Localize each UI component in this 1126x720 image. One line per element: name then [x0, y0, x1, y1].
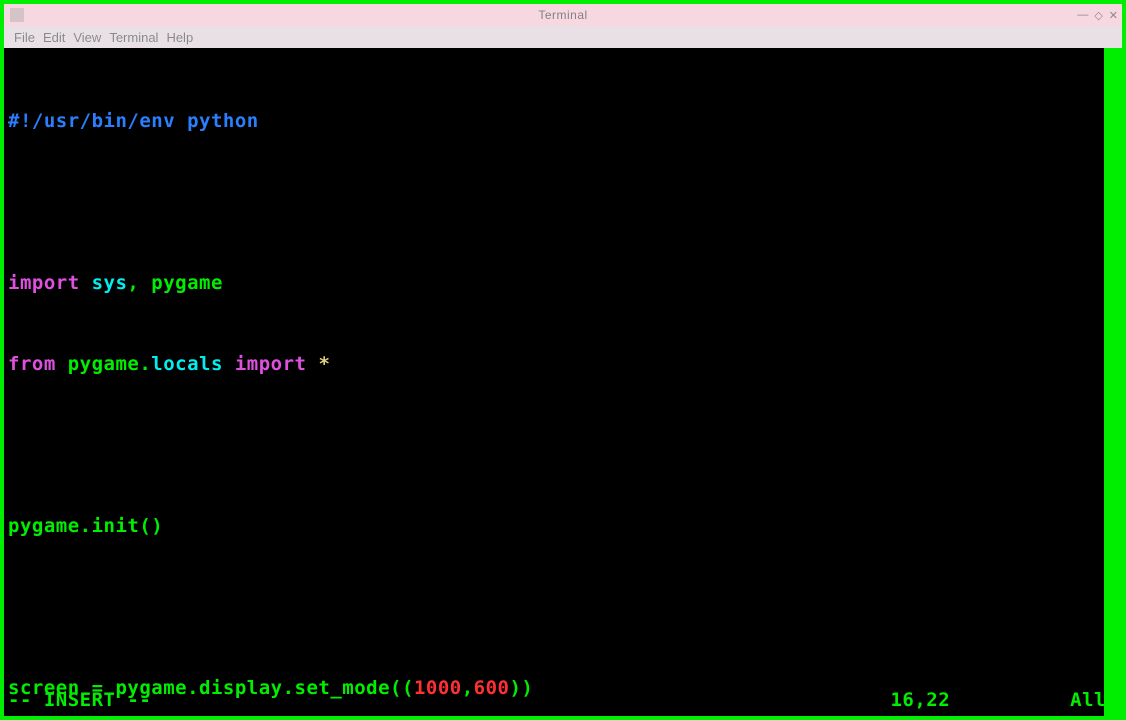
mod-locals: locals [151, 353, 223, 375]
menu-terminal[interactable]: Terminal [109, 30, 158, 45]
vim-scroll-percent: All [1070, 687, 1106, 714]
text-pygame: , pygame [127, 272, 223, 294]
text-pygame-dot: pygame. [56, 353, 152, 375]
menu-file[interactable]: File [14, 30, 35, 45]
menu-edit[interactable]: Edit [43, 30, 65, 45]
kw-from: from [8, 353, 56, 375]
app-icon [10, 8, 24, 22]
right-edge-strip [1104, 48, 1122, 716]
window-controls: — ◇ ✕ [1077, 9, 1118, 22]
call-init: pygame.init [8, 515, 139, 537]
mod-sys: sys [80, 272, 128, 294]
star: * [307, 353, 331, 375]
editor-area[interactable]: #!/usr/bin/env python import sys, pygame… [4, 48, 1122, 716]
terminal-window: Terminal — ◇ ✕ File Edit View Terminal H… [4, 4, 1122, 716]
menu-help[interactable]: Help [166, 30, 193, 45]
menu-view[interactable]: View [73, 30, 101, 45]
maximize-button[interactable]: ◇ [1094, 9, 1102, 22]
window-title: Terminal [538, 8, 587, 22]
kw-import2: import [223, 353, 307, 375]
kw-import: import [8, 272, 80, 294]
vim-statusline: -- INSERT -- 16,22 All [8, 687, 1118, 714]
minimize-button[interactable]: — [1077, 9, 1088, 22]
code-shebang: #!/usr/bin/env python [8, 110, 259, 132]
parens: () [139, 515, 163, 537]
vim-mode: -- INSERT -- [8, 687, 151, 714]
vim-cursor-position: 16,22 [890, 687, 950, 714]
close-button[interactable]: ✕ [1109, 9, 1118, 22]
titlebar[interactable]: Terminal — ◇ ✕ [4, 4, 1122, 26]
menubar: File Edit View Terminal Help [4, 26, 1122, 48]
